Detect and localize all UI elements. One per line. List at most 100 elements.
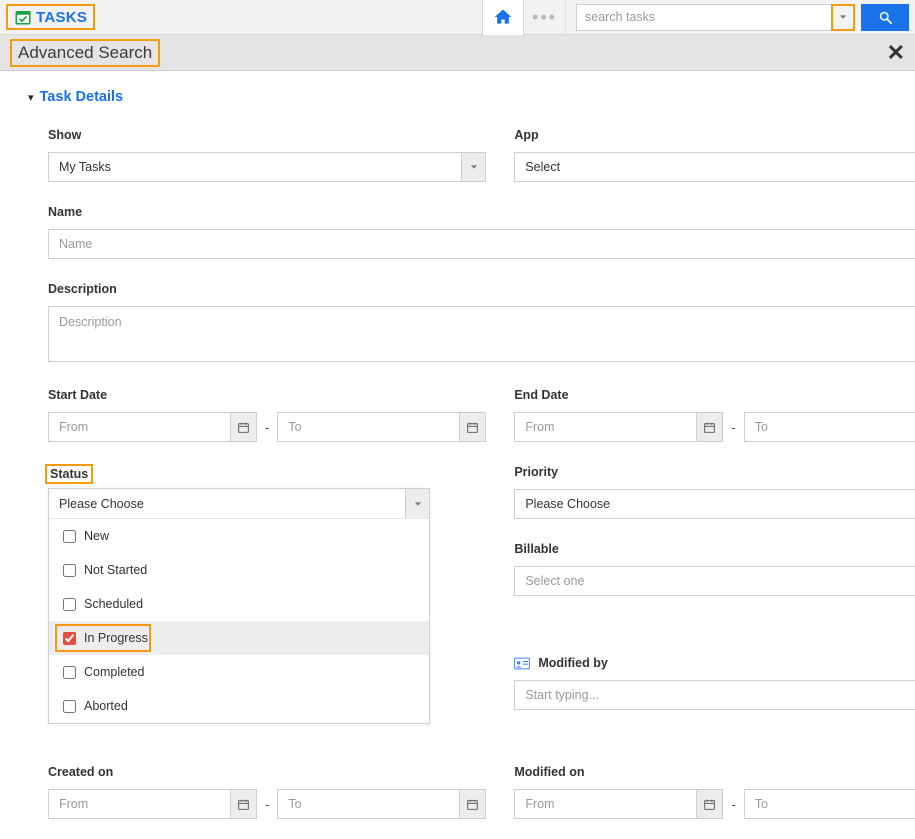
checkbox[interactable]	[63, 564, 76, 577]
input-description[interactable]	[48, 306, 915, 362]
status-placeholder: Please Choose	[49, 497, 405, 511]
start-date-from[interactable]	[48, 412, 257, 442]
brand-text: TASKS	[36, 9, 87, 26]
field-status: Status Please Choose New Not Started Sch…	[48, 464, 486, 742]
form-body: ▾ Task Details Show My Tasks App Select …	[0, 71, 915, 839]
label-app: App	[514, 128, 538, 142]
created-on-to-input[interactable]	[278, 790, 459, 818]
checkbox[interactable]	[63, 598, 76, 611]
select-billable-value: Select one	[515, 574, 915, 588]
field-modified-by: Modified by	[514, 656, 915, 710]
created-on-from-input[interactable]	[49, 790, 230, 818]
field-modified-on: Modified on -	[514, 764, 915, 819]
field-app: App Select	[514, 127, 915, 182]
calendar-icon[interactable]	[230, 413, 256, 441]
start-date-to[interactable]	[277, 412, 486, 442]
field-description: Description	[48, 281, 915, 365]
status-option-in-progress[interactable]: In Progress	[49, 621, 429, 655]
modified-by-input[interactable]	[514, 680, 915, 710]
calendar-icon[interactable]	[459, 790, 485, 818]
field-end-date: End Date -	[514, 387, 915, 442]
checkbox[interactable]	[63, 666, 76, 679]
field-priority: Priority Please Choose	[514, 464, 915, 519]
end-date-from[interactable]	[514, 412, 723, 442]
range-separator: -	[265, 797, 269, 812]
subheader: Advanced Search ✕	[0, 35, 915, 71]
modified-on-from-input[interactable]	[515, 790, 696, 818]
status-option-aborted[interactable]: Aborted	[49, 689, 429, 723]
select-app[interactable]: Select	[514, 152, 915, 182]
range-separator: -	[265, 420, 269, 435]
end-date-to[interactable]	[744, 412, 915, 442]
checkbox[interactable]	[63, 530, 76, 543]
created-on-from[interactable]	[48, 789, 257, 819]
calendar-icon[interactable]	[696, 413, 722, 441]
right-stack: Priority Please Choose Billable Select o…	[514, 464, 915, 742]
tasks-icon	[14, 8, 32, 26]
status-dropdown-panel: Please Choose New Not Started Scheduled …	[48, 488, 430, 724]
end-date-from-input[interactable]	[515, 413, 696, 441]
field-billable: Billable Select one	[514, 541, 915, 596]
select-billable[interactable]: Select one	[514, 566, 915, 596]
select-app-value: Select	[515, 160, 915, 174]
label-show: Show	[48, 128, 81, 142]
range-separator: -	[731, 797, 735, 812]
calendar-icon[interactable]	[459, 413, 485, 441]
search-scope-dropdown[interactable]	[831, 4, 855, 31]
status-option-completed[interactable]: Completed	[49, 655, 429, 689]
modified-on-to-input[interactable]	[745, 790, 915, 818]
contact-card-icon	[514, 657, 530, 670]
checkbox[interactable]	[63, 700, 76, 713]
search-icon	[878, 10, 893, 25]
select-priority-value: Please Choose	[515, 497, 915, 511]
modified-on-to[interactable]	[744, 789, 915, 819]
field-start-date: Start Date -	[48, 387, 486, 442]
label-name: Name	[48, 205, 82, 219]
search-button[interactable]	[861, 4, 909, 31]
status-option-not-started[interactable]: Not Started	[49, 553, 429, 587]
label-start-date: Start Date	[48, 388, 107, 402]
start-date-from-input[interactable]	[49, 413, 230, 441]
start-date-to-input[interactable]	[278, 413, 459, 441]
close-button[interactable]: ✕	[887, 40, 905, 66]
page-title: Advanced Search	[10, 39, 160, 67]
label-description: Description	[48, 282, 117, 296]
status-option-scheduled[interactable]: Scheduled	[49, 587, 429, 621]
label-modified-on: Modified on	[514, 765, 584, 779]
home-icon	[493, 7, 513, 27]
checkbox[interactable]	[63, 632, 76, 645]
calendar-icon[interactable]	[696, 790, 722, 818]
chevron-down-icon	[839, 13, 847, 21]
label-end-date: End Date	[514, 388, 568, 402]
label-status: Status	[45, 464, 93, 484]
field-name: Name	[48, 204, 915, 259]
section-header-task-details[interactable]: ▾ Task Details	[28, 89, 887, 105]
chevron-down-icon	[461, 153, 485, 181]
label-created-on: Created on	[48, 765, 113, 779]
label-modified-by: Modified by	[538, 656, 607, 670]
modified-by-typeahead	[514, 680, 915, 710]
chevron-down-icon: ▾	[28, 91, 34, 104]
global-search	[576, 4, 909, 31]
topbar: TASKS •••	[0, 0, 915, 35]
section-title: Task Details	[40, 89, 124, 105]
brand[interactable]: TASKS	[6, 4, 95, 30]
range-separator: -	[731, 420, 735, 435]
select-show-value: My Tasks	[49, 160, 461, 174]
input-name[interactable]	[48, 229, 915, 259]
search-input[interactable]	[576, 4, 831, 31]
select-status[interactable]: Please Choose	[49, 489, 429, 519]
field-created-on: Created on -	[48, 764, 486, 819]
home-button[interactable]	[482, 0, 524, 35]
created-on-to[interactable]	[277, 789, 486, 819]
calendar-icon[interactable]	[230, 790, 256, 818]
select-priority[interactable]: Please Choose	[514, 489, 915, 519]
end-date-to-input[interactable]	[745, 413, 915, 441]
more-button[interactable]: •••	[524, 0, 566, 35]
field-show: Show My Tasks	[48, 127, 486, 182]
select-show[interactable]: My Tasks	[48, 152, 486, 182]
ellipsis-icon: •••	[532, 7, 557, 28]
status-option-new[interactable]: New	[49, 519, 429, 553]
label-billable: Billable	[514, 542, 558, 556]
modified-on-from[interactable]	[514, 789, 723, 819]
